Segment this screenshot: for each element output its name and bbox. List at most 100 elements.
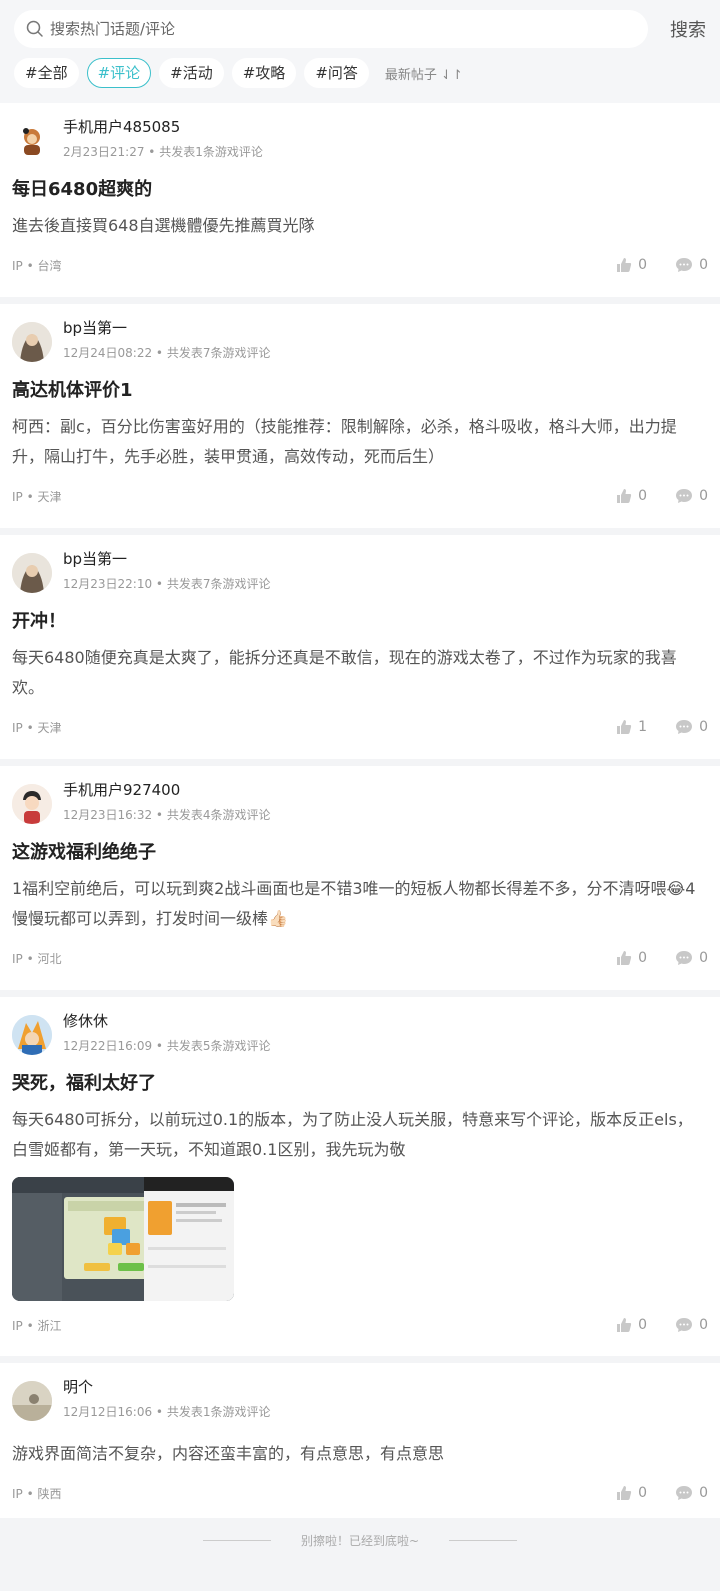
post-title: 高达机体评价1 [12,380,133,401]
tag-qa[interactable]: #问答 [304,58,369,88]
comment-button[interactable]: 0 [675,719,708,735]
thumbs-up-icon [617,258,632,272]
post-meta: 12月23日22:10 • 共发表7条游戏评论 [63,577,271,591]
post-meta: 12月22日16:09 • 共发表5条游戏评论 [63,1039,271,1053]
comment-count: 0 [699,488,708,504]
ip-location: IP • 陕西 [12,1486,62,1501]
like-count: 0 [638,1485,648,1501]
comment-count: 0 [699,257,708,273]
post-user-row: 明个 12月12日16:06 • 共发表1条游戏评论 [12,1377,708,1429]
tag-event[interactable]: #活动 [159,58,224,88]
username[interactable]: bp当第一 [63,549,270,569]
post-card[interactable]: 修休休 12月22日16:09 • 共发表5条游戏评论 哭死，福利太好了 每天6… [0,997,720,1356]
like-count: 0 [638,950,648,966]
comment-button[interactable]: 0 [675,1485,708,1501]
like-count: 0 [638,488,648,504]
end-of-list-text: 别擦啦！已经到底啦~ [300,1534,420,1548]
comment-button[interactable]: 0 [675,257,708,273]
ip-location: IP • 河北 [12,951,62,966]
tag-review[interactable]: #评论 [86,58,152,88]
post-content: 柯西：副c，百分比伤害蛮好用的（技能推荐：限制解除，必杀，格斗吸收，格斗大师，出… [12,417,677,466]
avatar[interactable] [12,121,52,161]
post-content: 游戏界面简洁不复杂，内容还蛮丰富的，有点意思，有点意思 [12,1444,445,1463]
post-meta: 12月23日16:32 • 共发表4条游戏评论 [63,808,271,822]
comment-icon [676,258,693,272]
post-user-row: 手机用户485085 2月23日21:27 • 共发表1条游戏评论 [12,117,708,169]
comment-button[interactable]: 0 [675,488,708,504]
search-box[interactable] [14,10,648,48]
thumbs-up-icon [617,951,632,965]
username[interactable]: 手机用户485085 [63,117,263,137]
search-button[interactable]: 搜索 [648,16,708,42]
header: 搜索 #全部 #评论 #活动 #攻略 #问答 最新帖子 ⇃↾ [0,0,720,103]
post-title: 哭死，福利太好了 [12,1073,156,1094]
comment-icon [676,1318,693,1332]
post-card[interactable]: 手机用户485085 2月23日21:27 • 共发表1条游戏评论 每日6480… [0,103,720,297]
avatar[interactable] [12,322,52,362]
ip-location: IP • 台湾 [12,258,62,273]
username[interactable]: bp当第一 [63,318,270,338]
comment-button[interactable]: 0 [675,950,708,966]
sort-latest-button[interactable]: 最新帖子 ⇃↾ [385,64,463,83]
username[interactable]: 明个 [63,1377,270,1397]
post-footer: IP • 浙江 0 0 [12,1301,708,1349]
ip-location: IP • 天津 [12,489,62,504]
username[interactable]: 手机用户927400 [63,780,270,800]
post-image[interactable] [12,1177,234,1301]
like-button[interactable]: 1 [616,719,647,735]
avatar[interactable] [12,1381,52,1421]
post-user-row: 手机用户927400 12月23日16:32 • 共发表4条游戏评论 [12,780,708,832]
like-button[interactable]: 0 [616,488,647,504]
avatar[interactable] [12,784,52,824]
post-title: 这游戏福利绝绝子 [12,842,156,863]
post-footer: IP • 河北 0 0 [12,934,708,982]
comment-button[interactable]: 0 [675,1317,708,1333]
comment-count: 0 [699,719,708,735]
post-title: 每日6480超爽的 [12,179,153,200]
post-card[interactable]: bp当第一 12月24日08:22 • 共发表7条游戏评论 高达机体评价1 柯西… [0,304,720,528]
comment-count: 0 [699,950,708,966]
comment-icon [676,720,693,734]
post-card[interactable]: 明个 12月12日16:06 • 共发表1条游戏评论 游戏界面简洁不复杂，内容还… [0,1363,720,1518]
post-content: 進去後直接買648自選機體優先推薦買光隊 [12,216,315,235]
tag-guide[interactable]: #攻略 [231,58,297,88]
post-meta: 12月24日08:22 • 共发表7条游戏评论 [63,346,271,360]
post-user-row: bp当第一 12月24日08:22 • 共发表7条游戏评论 [12,318,708,370]
post-meta: 2月23日21:27 • 共发表1条游戏评论 [63,145,263,159]
comment-icon [676,489,693,503]
post-user-row: 修休休 12月22日16:09 • 共发表5条游戏评论 [12,1011,708,1063]
like-count: 0 [638,257,648,273]
search-input[interactable] [50,20,648,38]
post-content: 每天6480可拆分，以前玩过0.1的版本，为了防止没人玩关服，特意来写个评论，版… [12,1110,693,1159]
post-content: 每天6480随便充真是太爽了，能拆分还真是不敢信，现在的游戏太卷了，不过作为玩家… [12,648,677,697]
thumbs-up-icon [617,489,632,503]
post-meta: 12月12日16:06 • 共发表1条游戏评论 [63,1405,271,1419]
comment-count: 0 [699,1485,708,1501]
like-button[interactable]: 0 [616,257,647,273]
search-icon [26,20,43,37]
divider [449,1540,518,1541]
search-row: 搜索 [14,10,708,48]
post-content: 1福利空前绝后，可以玩到爽2战斗画面也是不错3唯一的短板人物都长得差不多，分不清… [12,879,696,928]
like-count: 1 [638,719,648,735]
end-of-list: 别擦啦！已经到底啦~ [0,1518,720,1549]
like-button[interactable]: 0 [616,950,647,966]
post-footer: IP • 台湾 0 0 [12,241,708,289]
post-user-row: bp当第一 12月23日22:10 • 共发表7条游戏评论 [12,549,708,601]
avatar[interactable] [12,553,52,593]
ip-location: IP • 浙江 [12,1318,62,1333]
like-button[interactable]: 0 [616,1485,647,1501]
thumbs-up-icon [617,1486,632,1500]
post-card[interactable]: bp当第一 12月23日22:10 • 共发表7条游戏评论 开冲！ 每天6480… [0,535,720,759]
thumbs-up-icon [617,720,632,734]
thumbs-up-icon [617,1318,632,1332]
tag-all[interactable]: #全部 [14,58,79,88]
like-button[interactable]: 0 [616,1317,647,1333]
username[interactable]: 修休休 [63,1011,270,1031]
post-card[interactable]: 手机用户927400 12月23日16:32 • 共发表4条游戏评论 这游戏福利… [0,766,720,990]
comment-icon [676,951,693,965]
avatar[interactable] [12,1015,52,1055]
ip-location: IP • 天津 [12,720,62,735]
comment-icon [676,1486,693,1500]
divider [202,1540,271,1541]
